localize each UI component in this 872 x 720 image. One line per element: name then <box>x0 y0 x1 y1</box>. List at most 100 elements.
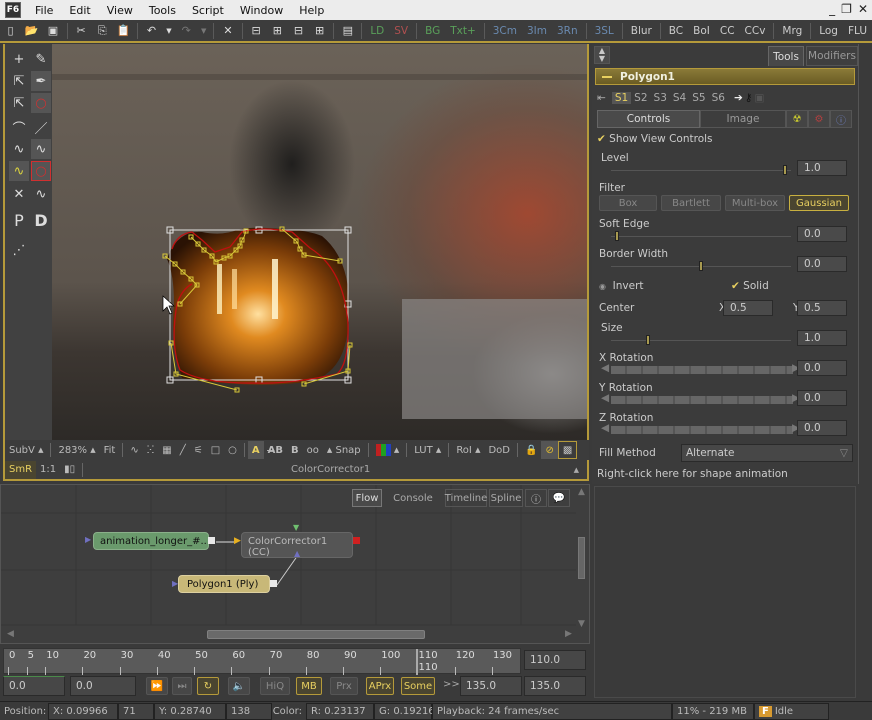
checker-background-icon[interactable]: ▩ <box>557 441 578 459</box>
text-tool-a-icon[interactable]: A <box>247 441 264 459</box>
tool-bol[interactable]: BoI <box>688 22 715 40</box>
arrow-left-icon[interactable]: ◀ <box>601 422 609 434</box>
tool-ld[interactable]: LD <box>365 22 389 40</box>
reduce-points-icon[interactable]: ∿ <box>31 184 51 204</box>
tool-blur[interactable]: Blur <box>626 22 657 40</box>
subview-dropdown[interactable]: SubV ▲ <box>5 441 47 459</box>
select-add-icon[interactable]: ⇱ <box>9 71 29 91</box>
fit-button[interactable]: Fit <box>100 441 120 459</box>
double-line-d-icon[interactable]: D <box>31 210 51 230</box>
size-value[interactable]: 1.0 <box>797 330 847 346</box>
polyline-p-icon[interactable]: P <box>9 210 29 230</box>
lut-dropdown[interactable]: LUT ▲ <box>410 441 445 459</box>
glasses-icon[interactable]: oo <box>303 441 323 459</box>
bspline-tool-icon[interactable]: ⵘ <box>143 441 159 459</box>
menu-file[interactable]: File <box>27 4 61 17</box>
soft-edge-slider[interactable] <box>611 236 791 237</box>
x-rotation-wheel[interactable] <box>611 366 793 374</box>
tool-header[interactable]: Polygon1 <box>595 68 855 85</box>
scroll-left-icon[interactable]: ◀ <box>7 629 14 639</box>
border-width-slider-thumb[interactable] <box>699 261 703 271</box>
pen-tool-icon[interactable]: ✒ <box>31 71 51 91</box>
panel-scrollbar[interactable] <box>858 44 872 484</box>
scroll-up-icon[interactable]: ▲ <box>578 487 585 497</box>
shape-s1[interactable]: S1 <box>611 92 632 104</box>
tool-bg[interactable]: BG <box>420 22 445 40</box>
delete-icon[interactable]: ✕ <box>220 23 235 39</box>
minimize-button[interactable]: _ <box>829 2 835 16</box>
invert-checkbox[interactable]: ◉ Invert <box>599 280 644 292</box>
viewer-canvas[interactable] <box>52 44 589 440</box>
undo-dropdown-icon[interactable]: ▼ <box>165 23 173 39</box>
y-rotation-wheel[interactable] <box>611 396 793 404</box>
aprx-button[interactable]: APrx <box>366 677 394 695</box>
snap-dropdown[interactable]: ▲ Snap <box>323 441 365 459</box>
roi-dropdown[interactable]: RoI ▲ <box>452 441 484 459</box>
scroll-down-icon[interactable]: ▼ <box>578 619 585 629</box>
solid-checkbox[interactable]: ✔ Solid <box>731 280 769 292</box>
select-delete-icon[interactable]: ⇱ <box>9 93 29 113</box>
tab-console[interactable]: Console <box>383 489 443 507</box>
circle-point-icon[interactable]: ○ <box>31 93 51 113</box>
tool-flu[interactable]: FLU <box>843 22 872 40</box>
tool-bc[interactable]: BC <box>664 22 688 40</box>
center-y-value[interactable]: 0.5 <box>797 300 847 316</box>
size-slider[interactable] <box>611 340 791 341</box>
arrow-right-icon[interactable]: ➔ <box>734 92 743 104</box>
mb-button[interactable]: MB <box>296 677 322 695</box>
tool-3sl[interactable]: 3SL <box>590 22 619 40</box>
open-folder-icon[interactable]: 📂 <box>24 23 39 39</box>
step-end-icon[interactable]: ⏭ <box>172 677 192 695</box>
x-rotation-value[interactable]: 0.0 <box>797 360 847 376</box>
node-polygon[interactable]: Polygon1 (Ply) <box>178 575 270 593</box>
tool-3im[interactable]: 3Im <box>522 22 552 40</box>
tab-timeline[interactable]: Timeline <box>445 489 487 507</box>
show-view-controls-checkbox[interactable]: ✔ Show View Controls <box>597 133 853 145</box>
smr-button[interactable]: SmR <box>5 460 37 479</box>
crosshair-icon[interactable]: + <box>9 49 29 69</box>
tool-cc[interactable]: CC <box>715 22 740 40</box>
render-end-field[interactable]: 135.0 <box>460 676 522 696</box>
z-rotation-wheel[interactable] <box>611 426 793 434</box>
filter-multibox-button[interactable]: Multi-box <box>725 195 785 211</box>
wave-select-icon[interactable]: ∿ <box>9 139 29 159</box>
line-icon[interactable]: ／ <box>31 117 51 137</box>
redo-icon[interactable]: ↷ <box>179 23 194 39</box>
radioactive-icon[interactable]: ☢ <box>786 110 808 128</box>
z-rotation-value[interactable]: 0.0 <box>797 420 847 436</box>
layout-3-icon[interactable]: ⊟ <box>291 23 306 39</box>
gear-icon[interactable]: ⚙ <box>808 110 830 128</box>
menu-window[interactable]: Window <box>232 4 291 17</box>
subtab-image[interactable]: Image <box>700 110 786 128</box>
pin-icon[interactable]: ⇤ <box>597 92 606 104</box>
render-start-field[interactable]: 0.0 <box>70 676 136 696</box>
color-channels-button[interactable]: ▲ <box>372 441 404 459</box>
undo-icon[interactable]: ↶ <box>144 23 159 39</box>
y-rotation-value[interactable]: 0.0 <box>797 390 847 406</box>
shape-animation-hint[interactable]: Right-click here for shape animation <box>597 468 853 480</box>
shape-s4[interactable]: S4 <box>670 92 689 104</box>
soft-edge-value[interactable]: 0.0 <box>797 226 847 242</box>
level-slider[interactable] <box>611 170 791 171</box>
pencil-icon[interactable]: ✎ <box>31 49 51 69</box>
smooth-curve-icon[interactable]: ∿ <box>31 139 51 159</box>
collapse-icon[interactable] <box>602 75 612 78</box>
ellipse-tool-icon[interactable]: ○ <box>224 441 241 459</box>
cross-icon[interactable]: ✕ <box>9 184 29 204</box>
filter-gaussian-button[interactable]: Gaussian <box>789 195 849 211</box>
hiq-button[interactable]: HiQ <box>260 677 290 695</box>
image-viewer[interactable] <box>52 44 589 440</box>
comment-icon[interactable]: 💬 <box>548 489 570 507</box>
play-forward-icon[interactable]: ⏩ <box>146 677 168 695</box>
points-icon[interactable]: ⋰ <box>9 240 29 260</box>
close-shape-icon[interactable]: ○ <box>31 161 51 181</box>
gradient-tool-icon[interactable]: ▦ <box>158 441 175 459</box>
tool-3cm[interactable]: 3Cm <box>488 22 522 40</box>
tab-spline[interactable]: Spline <box>489 489 523 507</box>
time-ruler[interactable]: 0 5 10 20 30 40 50 60 70 80 90 100 110 120 130 110 <box>3 648 521 675</box>
soft-edge-slider-thumb[interactable] <box>614 231 619 241</box>
level-value[interactable]: 1.0 <box>797 160 847 176</box>
tool-3rn[interactable]: 3Rn <box>552 22 583 40</box>
output-port[interactable] <box>353 537 360 544</box>
menu-script[interactable]: Script <box>184 4 232 17</box>
